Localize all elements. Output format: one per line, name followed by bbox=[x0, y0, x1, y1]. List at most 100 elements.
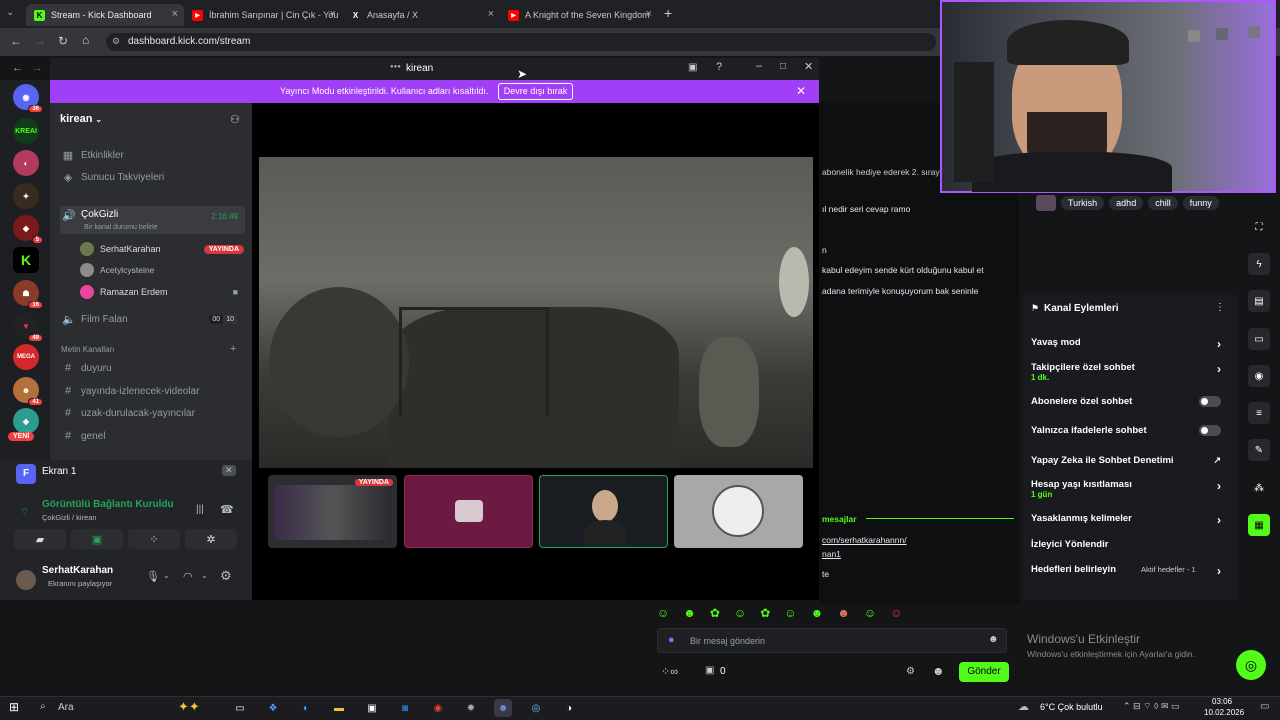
kick-server-icon[interactable]: K bbox=[13, 247, 39, 273]
copilot-icon[interactable]: ❖ bbox=[264, 699, 282, 717]
soundboard-button[interactable]: ✲ bbox=[185, 529, 237, 549]
server-icon[interactable]: KREAI bbox=[13, 118, 39, 144]
connection-status[interactable]: Görüntülü Bağlantı Kuruldu bbox=[42, 499, 174, 510]
home-icon[interactable]: ⌂ bbox=[82, 33, 89, 47]
new-tab-icon[interactable]: + bbox=[664, 5, 672, 21]
browser-tab-youtube[interactable]: ▶ İbrahim Sarıpınar | Cin Çık - You × bbox=[184, 4, 342, 26]
tag[interactable]: Turkish bbox=[1061, 196, 1105, 210]
steam-icon[interactable]: ◎ bbox=[527, 699, 545, 717]
chat-link[interactable]: nan1 bbox=[822, 549, 841, 559]
gift-icon[interactable]: ▣ bbox=[705, 665, 714, 676]
emote-icon[interactable]: ☻ bbox=[683, 606, 696, 620]
emote-icon[interactable]: ☺ bbox=[864, 606, 876, 620]
toggle[interactable] bbox=[1199, 396, 1221, 407]
activities-button[interactable]: ⁘ bbox=[128, 529, 180, 549]
edge-icon[interactable]: ◐ bbox=[297, 699, 315, 717]
close-icon[interactable]: × bbox=[330, 8, 336, 20]
server-icon[interactable]: ☗ 16 bbox=[13, 280, 43, 309]
emote-icon[interactable]: ☻ bbox=[811, 606, 824, 620]
video-tile-camera-off[interactable] bbox=[404, 475, 533, 548]
browser-tab-kick[interactable]: K Stream - Kick Dashboard × bbox=[26, 4, 184, 26]
kick-support-icon[interactable]: ◎ bbox=[1236, 650, 1266, 680]
action-account-age[interactable]: Hesap yaşı kısıtlaması 1 gün › bbox=[1031, 479, 1231, 499]
disconnect-icon[interactable]: ☎ bbox=[220, 503, 234, 516]
tray-icons[interactable]: ⌃ ⊟ ⌔ ◊ ✉ ▭ bbox=[1123, 701, 1180, 712]
emote-icon[interactable]: ✿ bbox=[710, 606, 720, 620]
maximize-icon[interactable]: □ bbox=[780, 61, 786, 72]
send-button[interactable]: Gönder bbox=[959, 662, 1009, 682]
action-followers-only[interactable]: Takipçilere özel sohbet 1 dk. › bbox=[1031, 362, 1231, 382]
forward-icon[interactable]: → bbox=[32, 62, 43, 74]
emote-icon[interactable]: ☻ bbox=[837, 606, 850, 620]
screen-share-button[interactable]: ▣ bbox=[71, 529, 123, 549]
server-header[interactable]: kirean ⌄ bbox=[60, 113, 102, 125]
emoji-icon[interactable]: ☻ bbox=[988, 634, 999, 645]
category-text-channels[interactable]: Metin Kanalları bbox=[61, 345, 114, 354]
server-icon[interactable]: ◈ bbox=[13, 408, 39, 434]
windows-start-icon[interactable]: ⊞ bbox=[9, 700, 19, 714]
connection-location[interactable]: ÇokGizli / kirean bbox=[42, 513, 97, 522]
clock-date[interactable]: 10.02.2026 bbox=[1204, 708, 1244, 717]
notification-icon[interactable]: ▭ bbox=[1260, 701, 1269, 712]
sidebar-item-events[interactable]: ▦ Etkinlikler bbox=[60, 145, 245, 165]
more-icon[interactable]: ⋮ bbox=[1215, 302, 1225, 313]
add-friend-icon[interactable]: ⚇ bbox=[230, 113, 240, 126]
emote-icon[interactable]: ☺ bbox=[657, 606, 669, 620]
sidebar-item-boosts[interactable]: ◈ Sunucu Takviyeleri bbox=[60, 167, 245, 187]
chat-link[interactable]: com/serhatkarahannn/ bbox=[822, 535, 907, 545]
close-icon[interactable]: ✕ bbox=[796, 84, 806, 98]
bot-icon[interactable]: ☻ bbox=[932, 664, 945, 678]
back-icon[interactable]: ← bbox=[12, 62, 23, 74]
action-subscribers-only[interactable]: Abonelere özel sohbet bbox=[1031, 396, 1231, 407]
forward-icon[interactable]: → bbox=[34, 34, 46, 48]
site-info-icon[interactable]: ⚙ bbox=[112, 36, 120, 47]
server-icon[interactable]: ✦ bbox=[13, 183, 39, 209]
browser-tab-youtube-2[interactable]: ▶ A Knight of the Seven Kingdom × bbox=[500, 4, 658, 26]
discord-home-icon[interactable]: ◉ 36 bbox=[13, 84, 43, 113]
disable-streamer-mode-button[interactable]: Devre dışı bırak bbox=[498, 83, 573, 100]
noise-suppression-icon[interactable]: ||| bbox=[196, 504, 204, 515]
video-tile-user[interactable] bbox=[539, 475, 668, 548]
help-icon[interactable]: ? bbox=[716, 61, 722, 73]
settings-icon[interactable]: ⚙ bbox=[220, 568, 232, 584]
text-channel[interactable]: # duyuru bbox=[60, 358, 245, 378]
text-channel[interactable]: # uzak-durulacak-yayıncılar bbox=[60, 403, 245, 423]
chevron-down-icon[interactable]: ⌄ bbox=[163, 571, 170, 580]
store-icon[interactable]: ▣ bbox=[363, 699, 381, 717]
chat-input[interactable]: ● Bir mesaj gönderin ☻ bbox=[657, 628, 1007, 653]
close-icon[interactable]: ✕ bbox=[804, 60, 813, 73]
voice-user[interactable]: Ramazan Erdem ■ bbox=[80, 283, 244, 301]
discord-taskbar-icon[interactable]: ☻ bbox=[494, 699, 512, 717]
tag[interactable]: funny bbox=[1182, 196, 1219, 210]
emote-icon[interactable]: ☺ bbox=[784, 606, 796, 620]
microphone-icon[interactable]: 🎙 bbox=[146, 570, 160, 583]
toggle[interactable] bbox=[1199, 425, 1221, 436]
main-video[interactable] bbox=[259, 157, 813, 468]
voice-user[interactable]: SerhatKarahan YAYINDA bbox=[80, 240, 244, 258]
channel-status[interactable]: Bir kanal durumu belirle bbox=[84, 224, 158, 231]
voice-channel-film[interactable]: 🔈 Film Falan 00 10 bbox=[60, 309, 245, 329]
address-bar[interactable]: dashboard.kick.com/stream bbox=[106, 33, 936, 51]
close-icon[interactable]: × bbox=[172, 8, 178, 20]
camera-off-button[interactable]: ▰ bbox=[14, 529, 66, 549]
action-banned-words[interactable]: Yasaklanmış kelimeler › bbox=[1031, 513, 1231, 527]
microphone-icon[interactable]: ● bbox=[668, 634, 675, 646]
video-tile-screenshare[interactable]: YAYINDA bbox=[268, 475, 397, 548]
video-tile-avatar[interactable] bbox=[674, 475, 803, 548]
add-channel-icon[interactable]: + bbox=[230, 343, 236, 355]
moderation-icon[interactable]: ⁂ bbox=[1248, 477, 1270, 499]
server-icon[interactable]: ☻ 41 bbox=[13, 377, 43, 406]
tag[interactable]: chill bbox=[1148, 196, 1178, 210]
voice-channel-cokgizli[interactable]: 🔊 ÇokGizli 2:16:49 Bir kanal durumu beli… bbox=[60, 206, 245, 234]
action-goals[interactable]: Hedefleri belirleyin Aktif hedefler - 1 … bbox=[1031, 564, 1231, 578]
minimize-icon[interactable]: – bbox=[756, 60, 762, 72]
expand-icon[interactable]: ⛶ bbox=[1248, 216, 1270, 238]
inbox-icon[interactable]: ▣ bbox=[688, 62, 697, 73]
server-icon[interactable]: ▼ 49 bbox=[13, 313, 43, 342]
weather-text[interactable]: 6°C Çok bulutlu bbox=[1040, 702, 1103, 712]
lightning-icon[interactable]: ϟ bbox=[1248, 253, 1270, 275]
infinity-icon[interactable]: ⁘∞ bbox=[661, 665, 678, 678]
chevron-down-icon[interactable]: ⌄ bbox=[201, 571, 208, 580]
app-icon[interactable]: ✸ bbox=[462, 699, 480, 717]
layers-icon[interactable]: ≡ bbox=[1248, 402, 1270, 424]
